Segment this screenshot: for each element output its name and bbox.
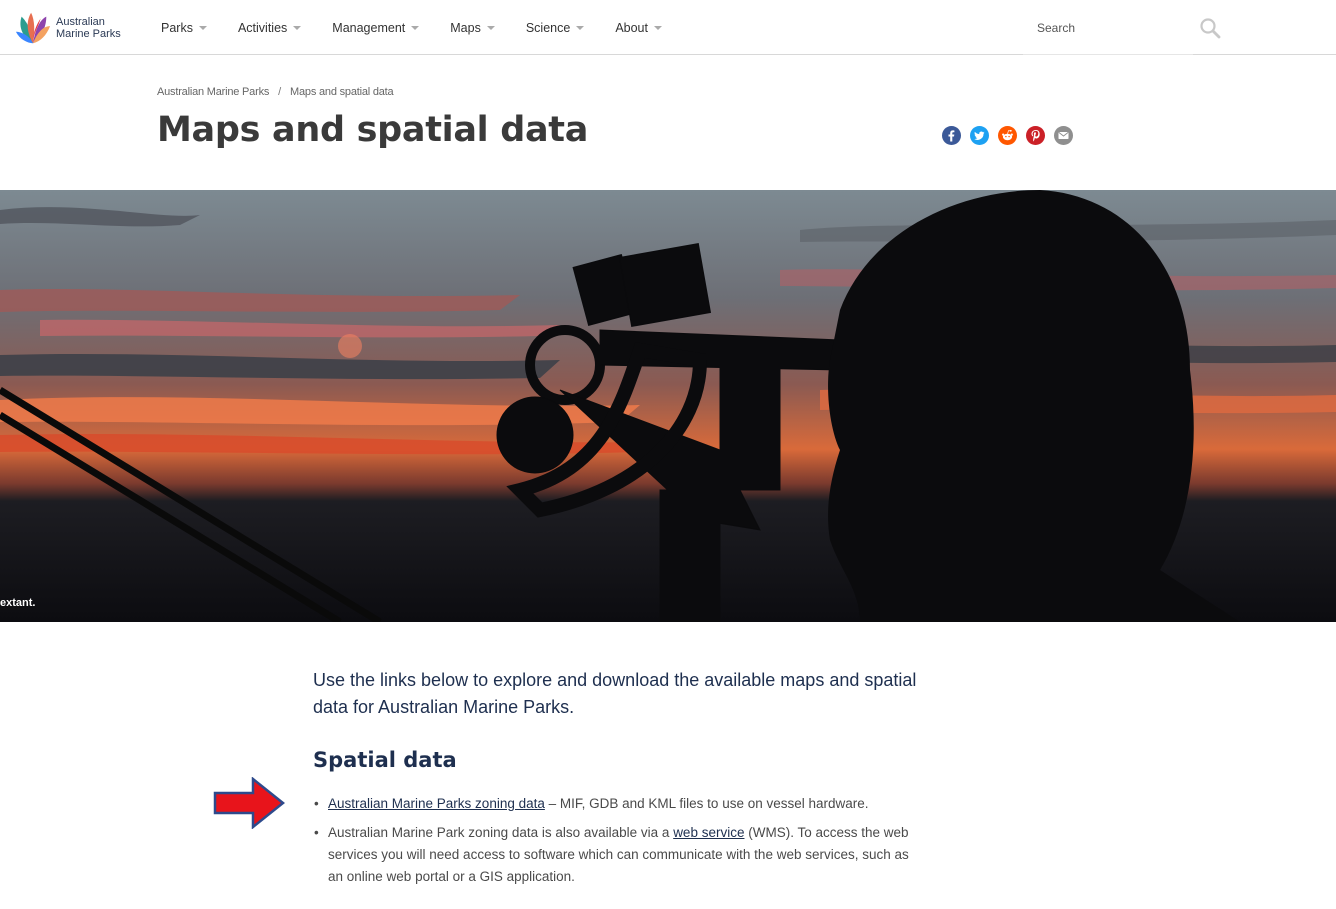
nav-label: Parks <box>161 20 193 35</box>
list-item: • Australian Marine Parks zoning data – M… <box>313 793 923 815</box>
logo-line-1: Australian <box>56 16 105 28</box>
twitter-icon[interactable] <box>970 126 989 145</box>
red-arrow-icon <box>213 777 285 829</box>
search-input[interactable] <box>1023 1 1193 54</box>
nav-label: Management <box>332 20 406 35</box>
australian-marine-parks-logo-icon <box>15 12 51 44</box>
logo-text: Australian Marine Parks <box>56 16 134 40</box>
bullet: • <box>314 825 319 840</box>
search-box <box>1023 1 1193 55</box>
pinterest-icon[interactable] <box>1026 126 1045 145</box>
breadcrumb-home-link[interactable]: Australian Marine Parks <box>157 86 269 98</box>
hero-image: extant. <box>0 190 1336 622</box>
nav-label: Maps <box>450 20 481 35</box>
intro-paragraph: Use the links below to explore and downl… <box>313 670 917 717</box>
nav-item-management[interactable]: Management <box>332 20 420 35</box>
nav-label: About <box>615 20 648 35</box>
search-icon[interactable] <box>1199 17 1221 39</box>
chevron-down-icon <box>411 25 420 30</box>
nav-item-activities[interactable]: Activities <box>237 20 302 35</box>
chevron-down-icon <box>576 25 585 30</box>
hero-caption: extant. <box>0 597 36 609</box>
nav-label: Activities <box>237 20 288 35</box>
nav-item-parks[interactable]: Parks <box>161 21 207 35</box>
nav-item-maps[interactable]: Maps <box>450 21 495 35</box>
spatial-data-heading: Spatial data <box>313 748 457 772</box>
list-item-text: – MIF, GDB and KML files to use on vesse… <box>544 796 869 811</box>
facebook-icon[interactable] <box>942 126 961 145</box>
logo-line-2: Marine Parks <box>56 28 121 40</box>
chevron-down-icon <box>198 25 207 30</box>
list-item: • Australian Marine Park zoning data is a… <box>313 822 923 888</box>
nav-item-about[interactable]: About <box>615 21 662 35</box>
nav-label: Science <box>525 20 571 35</box>
list-item-text: Australian Marine Park zoning data is al… <box>328 825 674 840</box>
nav-item-science[interactable]: Science <box>525 20 585 35</box>
breadcrumb: Australian Marine Parks / Maps and spati… <box>157 86 394 98</box>
site-header: Australian Marine Parks Parks Activities… <box>0 0 1336 55</box>
sunset-sextant-photo <box>0 190 1336 622</box>
zoning-data-link[interactable]: Australian Marine Parks zoning data <box>328 796 545 811</box>
chevron-down-icon <box>653 25 662 30</box>
site-logo[interactable]: Australian Marine Parks <box>14 8 134 48</box>
email-icon[interactable] <box>1054 126 1073 145</box>
page-title: Maps and spatial data <box>157 110 589 150</box>
main-nav: Parks Activities Management Maps Science… <box>161 0 693 55</box>
chevron-down-icon <box>293 25 302 30</box>
chevron-down-icon <box>486 25 495 30</box>
web-service-link[interactable]: web service <box>673 825 744 840</box>
breadcrumb-current-link[interactable]: Maps and spatial data <box>290 86 394 98</box>
breadcrumb-separator: / <box>278 86 282 98</box>
share-buttons <box>942 126 1082 145</box>
reddit-icon[interactable] <box>998 126 1017 145</box>
bullet: • <box>314 796 319 811</box>
spatial-data-list: • Australian Marine Parks zoning data – M… <box>313 793 923 895</box>
